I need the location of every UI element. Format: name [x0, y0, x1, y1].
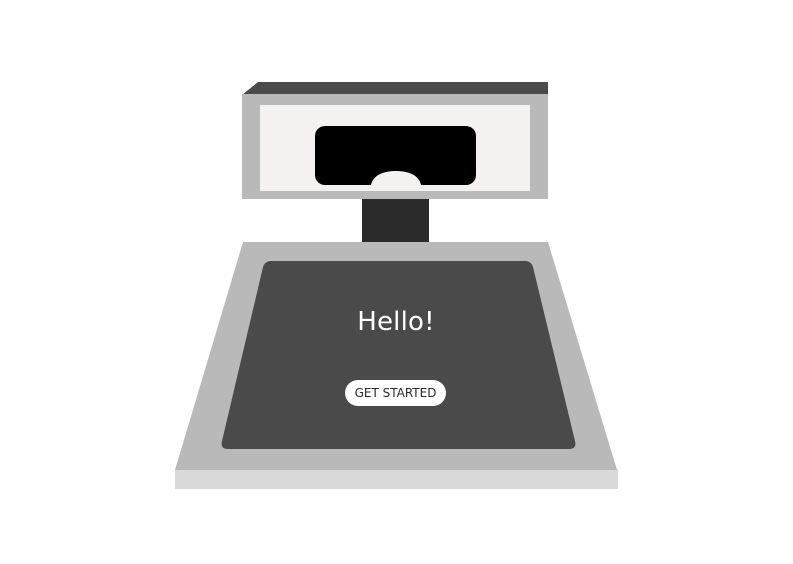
- kiosk-screen: [221, 261, 576, 449]
- base-foot: [175, 469, 618, 489]
- greeting-text: Hello!: [357, 307, 435, 337]
- stand: [362, 199, 429, 244]
- kiosk-device: [175, 82, 618, 489]
- kiosk-illustration: Hello! GET STARTED: [0, 0, 793, 564]
- camera-head: [242, 82, 548, 199]
- camera-top: [242, 82, 548, 95]
- kiosk-base: [175, 242, 618, 489]
- get-started-button[interactable]: GET STARTED: [345, 380, 446, 406]
